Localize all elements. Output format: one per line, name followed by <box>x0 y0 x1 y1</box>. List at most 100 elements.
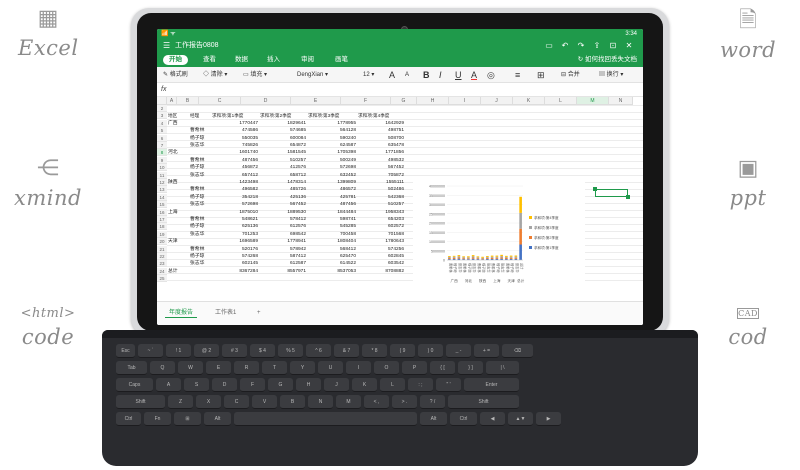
column-header[interactable]: L <box>545 97 577 105</box>
table-cell[interactable]: 487456 <box>212 157 258 164</box>
chart-bar-segment[interactable] <box>490 256 494 258</box>
table-cell[interactable]: 510257 <box>260 157 306 164</box>
table-cell[interactable]: 510257 <box>358 201 404 208</box>
keyboard-key[interactable]: Esc <box>116 344 135 358</box>
row-header[interactable]: 9 <box>157 156 167 164</box>
keyboard-key[interactable]: X <box>196 395 221 409</box>
fill-button[interactable]: ▭ 填充 ▾ <box>243 67 267 83</box>
row-header[interactable]: 20 <box>157 238 167 246</box>
keyboard-key[interactable]: ⌫ <box>502 344 533 358</box>
keyboard-key[interactable]: H <box>296 378 321 392</box>
ribbon-tab[interactable]: 查看 <box>197 55 222 65</box>
chart-bar-segment[interactable] <box>509 255 513 257</box>
chart-bar-segment[interactable] <box>481 257 484 259</box>
font-color-button[interactable]: A <box>471 67 477 83</box>
table-cell[interactable]: 508700 <box>358 135 404 142</box>
table-cell[interactable]: 624587 <box>308 142 356 149</box>
table-cell[interactable]: 745826 <box>212 142 258 149</box>
keyboard-key[interactable]: J <box>324 378 349 392</box>
select-all-corner[interactable] <box>157 97 167 105</box>
keyboard-key[interactable]: Alt <box>420 412 447 426</box>
table-cell[interactable]: 567452 <box>260 201 306 208</box>
font-decrease-button[interactable]: A <box>405 67 409 83</box>
keyboard-key[interactable]: G <box>268 378 293 392</box>
sheet-tab[interactable]: 工作表1 <box>211 308 240 318</box>
keyboard-key[interactable]: R <box>234 361 259 375</box>
table-cell[interactable]: 635478 <box>358 142 404 149</box>
table-cell[interactable]: 474586 <box>212 127 258 134</box>
row-header[interactable]: 4 <box>157 119 167 127</box>
column-header[interactable]: D <box>241 97 291 105</box>
chart-bar-segment[interactable] <box>462 257 465 259</box>
chart-bar-segment[interactable] <box>500 256 503 258</box>
table-cell[interactable]: 603542 <box>358 260 404 267</box>
keyboard-key[interactable]: Fn <box>144 412 171 426</box>
table-cell[interactable]: 602572 <box>358 223 404 230</box>
keyboard-key[interactable]: ) 0 <box>418 344 443 358</box>
table-cell[interactable]: 564128 <box>308 127 356 134</box>
keyboard-key[interactable]: Shift <box>448 395 519 409</box>
table-cell[interactable]: 572698 <box>212 201 258 208</box>
table-cell[interactable]: 陕西 <box>168 179 190 186</box>
table-cell[interactable]: 8367284 <box>212 268 258 275</box>
table-cell[interactable]: 578412 <box>260 216 306 223</box>
row-header[interactable]: 8 <box>157 149 167 157</box>
chart-bar-segment[interactable] <box>481 258 484 260</box>
chart-bar-segment[interactable] <box>490 257 494 259</box>
keyboard-key[interactable]: P <box>402 361 427 375</box>
chart-bar-segment[interactable] <box>452 256 456 258</box>
row-header[interactable]: 17 <box>157 216 167 223</box>
chart-bar-segment[interactable] <box>457 255 461 257</box>
table-cell[interactable]: 1958343 <box>358 209 404 216</box>
table-cell[interactable]: 657412 <box>212 172 258 179</box>
table-cell[interactable]: 1555111 <box>358 179 404 186</box>
row-header[interactable]: 11 <box>157 171 167 179</box>
table-cell[interactable]: 杨子琼 <box>190 164 212 171</box>
row-header[interactable]: 22 <box>157 253 167 260</box>
wrap-button[interactable]: ▤ 换行 ▾ <box>599 67 623 83</box>
chart-bar-segment[interactable] <box>505 256 508 258</box>
keyboard-key[interactable]: B <box>280 395 305 409</box>
table-cell[interactable]: 625470 <box>308 253 356 260</box>
font-size-select[interactable]: 12 ▾ <box>363 67 374 83</box>
keyboard-key[interactable]: Enter <box>464 378 519 392</box>
keyboard-key[interactable]: M <box>336 395 361 409</box>
undo-icon[interactable]: ↶ <box>557 39 573 53</box>
table-cell[interactable]: 1399809 <box>308 179 356 186</box>
italic-button[interactable]: I <box>439 67 442 83</box>
table-cell[interactable]: 602845 <box>358 253 404 260</box>
row-header[interactable]: 2 <box>157 105 167 112</box>
table-cell[interactable]: 574268 <box>212 253 258 260</box>
keyboard-key[interactable]: ◀ <box>480 412 505 426</box>
keyboard-key[interactable]: Ctrl <box>116 412 141 426</box>
chart-bar-segment[interactable] <box>500 257 503 259</box>
chart-bar-segment[interactable] <box>448 258 451 260</box>
column-header[interactable]: F <box>341 97 391 105</box>
table-header-cell[interactable]: 地区 <box>168 112 190 119</box>
table-cell[interactable]: 上海 <box>168 209 190 216</box>
row-header[interactable]: 6 <box>157 134 167 142</box>
chart-bar-segment[interactable] <box>514 256 518 258</box>
table-cell[interactable]: 1581545 <box>260 149 306 156</box>
row-header[interactable]: 23 <box>157 260 167 268</box>
keyboard-key[interactable]: Caps <box>116 378 153 392</box>
formula-bar[interactable]: fx <box>157 83 643 97</box>
font-increase-button[interactable]: A <box>389 67 395 83</box>
keyboard-key[interactable]: E <box>206 361 231 375</box>
column-header[interactable]: C <box>199 97 241 105</box>
align-button[interactable]: ≡ <box>515 67 520 83</box>
table-cell[interactable]: 698542 <box>260 231 306 238</box>
chart-bar-segment[interactable] <box>448 256 451 258</box>
column-header[interactable]: N <box>609 97 633 105</box>
keyboard-key[interactable]: I <box>346 361 371 375</box>
redo-icon[interactable]: ↷ <box>573 39 589 53</box>
keyboard-key[interactable]: : ; <box>408 378 433 392</box>
recover-document-link[interactable]: ↻ 如何找回丢失文档 <box>578 53 637 67</box>
keyboard-key[interactable]: _ - <box>446 344 471 358</box>
table-cell[interactable]: 1771856 <box>358 149 404 156</box>
border-button[interactable]: ⊞ <box>537 67 545 83</box>
table-cell[interactable]: 520176 <box>212 246 258 253</box>
keyboard-key[interactable] <box>234 412 417 426</box>
chart-bar-segment[interactable] <box>467 257 470 259</box>
chart-bar-segment[interactable] <box>495 255 499 257</box>
